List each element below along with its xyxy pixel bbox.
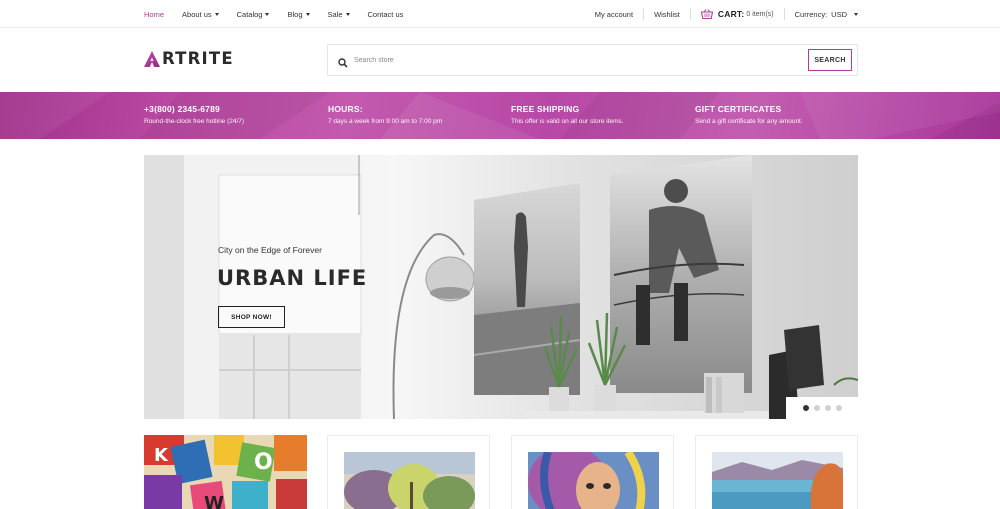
cart-button[interactable]: CART: 0 item(s) <box>700 9 774 20</box>
currency-selector[interactable]: Currency: USD <box>795 10 858 19</box>
nav-home-label: Home <box>144 9 165 19</box>
product-image <box>344 452 475 509</box>
account-tools: My account Wishlist CART: 0 item(s) Curr… <box>595 0 858 28</box>
cart-count: 0 item(s) <box>746 10 774 18</box>
nav-home[interactable]: Home <box>144 10 164 19</box>
divider <box>783 8 785 20</box>
svg-text:O: O <box>254 450 273 475</box>
nav-sale[interactable]: Sale <box>328 10 350 19</box>
info-hotline: +3(800) 2345-6789 Round-the-clock free h… <box>144 104 244 125</box>
hero-title: URBAN LIFE <box>217 266 368 290</box>
info-hotline-title: +3(800) 2345-6789 <box>144 104 220 114</box>
nav-contact-us-label: Contact us <box>367 9 404 19</box>
currency-value: USD <box>831 9 847 19</box>
nav-blog-label: Blog <box>287 9 303 19</box>
nav-catalog-label: Catalog <box>236 9 263 19</box>
chevron-down-icon <box>214 12 219 16</box>
slide-dot[interactable] <box>813 405 820 411</box>
my-account-link[interactable]: My account <box>595 10 633 19</box>
main-menu: Home About us Catalog Blog Sale Contact … <box>144 0 421 28</box>
divider <box>643 8 645 20</box>
product-image: K O W <box>144 435 307 509</box>
currency-label: Currency: <box>794 9 828 19</box>
info-shipping: FREE SHIPPING This offer is valid on all… <box>511 104 624 125</box>
product-card[interactable] <box>511 435 674 509</box>
chevron-down-icon <box>345 12 350 16</box>
slide-dot[interactable] <box>802 405 809 411</box>
info-hours-title: HOURS: <box>328 104 363 114</box>
chevron-down-icon <box>854 12 858 16</box>
info-shipping-title: FREE SHIPPING <box>511 104 580 114</box>
cart-label: CART: <box>717 9 745 19</box>
product-image <box>712 452 843 509</box>
logo[interactable]: RTRITE <box>143 49 234 68</box>
nav-contact-us[interactable]: Contact us <box>368 10 404 19</box>
info-gift-subtitle: Send a gift certificate for any amount. <box>695 118 803 125</box>
nav-about-us-label: About us <box>182 9 212 19</box>
top-navigation-bar: Home About us Catalog Blog Sale Contact … <box>0 0 1000 28</box>
hero-slider[interactable]: City on the Edge of Forever URBAN LIFE S… <box>144 155 858 419</box>
slide-dot[interactable] <box>835 405 842 411</box>
shop-now-button[interactable]: SHOP NOW! <box>218 306 285 328</box>
info-gift-title: GIFT CERTIFICATES <box>695 104 782 114</box>
slider-pagination <box>786 397 858 419</box>
info-hours-subtitle: 7 days a week from 9:00 am to 7:00 pm <box>328 118 443 125</box>
logo-icon <box>143 50 161 68</box>
svg-text:K: K <box>154 445 169 466</box>
info-hours: HOURS: 7 days a week from 9:00 am to 7:0… <box>328 104 442 125</box>
nav-sale-label: Sale <box>327 9 343 19</box>
logo-text: RTRITE <box>162 49 234 68</box>
search-bar: SEARCH <box>327 44 858 76</box>
divider <box>689 8 691 20</box>
nav-blog[interactable]: Blog <box>287 9 310 19</box>
info-gift: GIFT CERTIFICATES Send a gift certificat… <box>695 104 803 125</box>
search-icon <box>338 55 348 68</box>
site-header: RTRITE SEARCH <box>0 29 1000 92</box>
chevron-down-icon <box>265 12 270 16</box>
info-shipping-subtitle: This offer is valid on all our store ite… <box>511 118 624 125</box>
search-button[interactable]: SEARCH <box>808 49 852 71</box>
cart-icon <box>700 9 714 20</box>
svg-text:W: W <box>204 493 224 509</box>
product-card[interactable]: K O W <box>144 435 307 509</box>
product-card[interactable] <box>327 435 490 509</box>
nav-about-us[interactable]: About us <box>182 10 219 19</box>
product-card[interactable] <box>695 435 858 509</box>
slide-dot[interactable] <box>824 405 831 411</box>
wishlist-link[interactable]: Wishlist <box>654 10 680 19</box>
hero-subtitle: City on the Edge of Forever <box>218 245 322 255</box>
nav-catalog[interactable]: Catalog <box>237 10 270 19</box>
chevron-down-icon <box>305 12 310 16</box>
info-banner: +3(800) 2345-6789 Round-the-clock free h… <box>0 92 1000 139</box>
search-input[interactable] <box>354 51 804 69</box>
product-image <box>528 452 659 509</box>
info-hotline-subtitle: Round-the-clock free hotline (24/7) <box>144 118 245 125</box>
